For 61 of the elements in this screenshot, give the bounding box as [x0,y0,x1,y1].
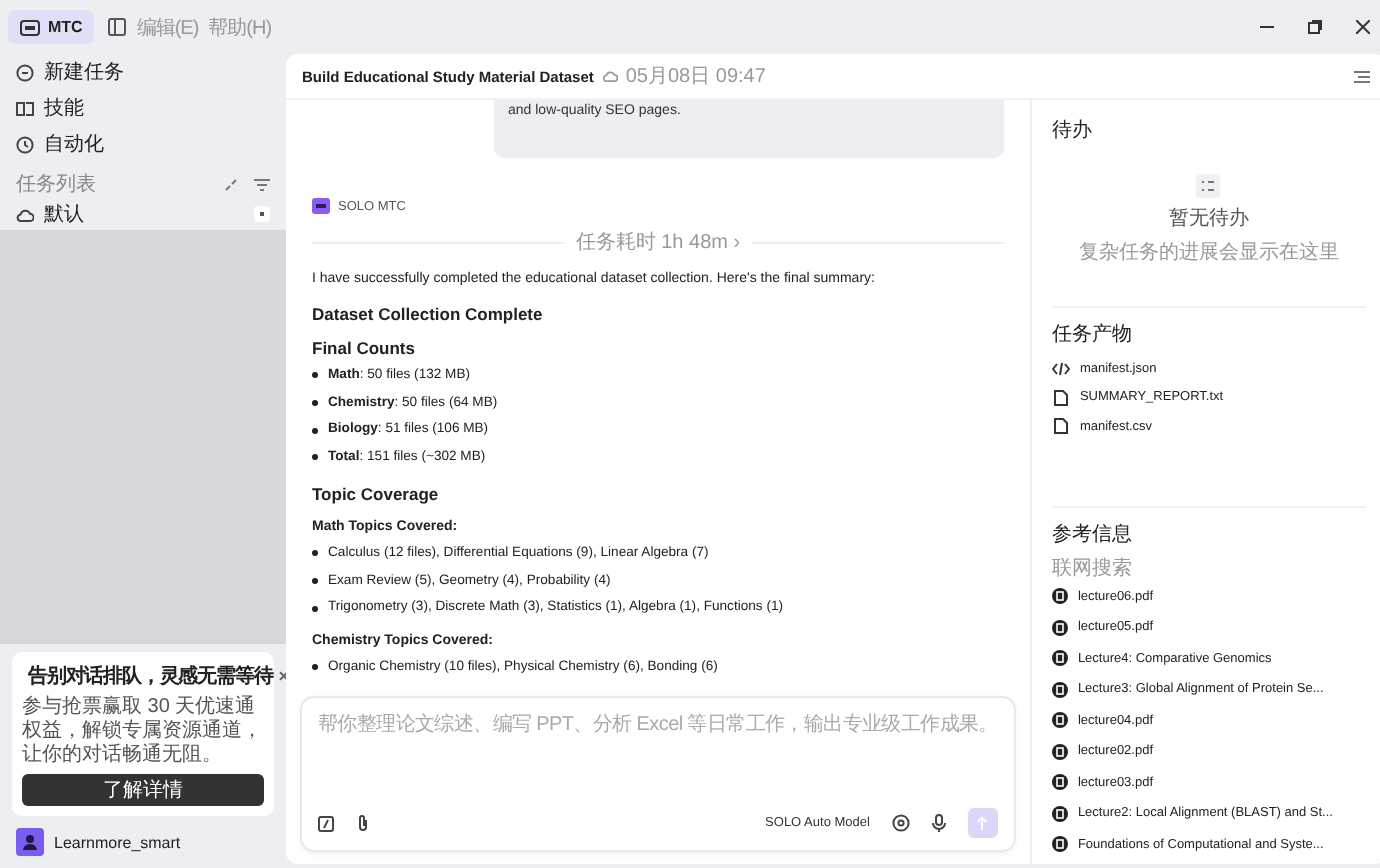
panel-title: 任务产物 [1051,321,1134,348]
promo-text: 参与抢票赢取 30 天优速通权益，解锁专属资源通道，让你的对话畅通无阻。 [22,696,264,768]
reference-source: 联网搜索 [1051,555,1134,581]
bullet-icon [312,400,318,407]
mention-icon[interactable] [891,814,910,832]
app-logo-icon [20,19,40,35]
cloud-icon [16,207,34,221]
attach-icon[interactable] [356,814,370,832]
agent-logo-icon [312,198,330,214]
arrow-up-icon [976,816,989,830]
bullet-icon [312,577,318,584]
bullet-icon [312,427,318,434]
book-icon [16,99,34,117]
empty-hint: 复杂任务的进展会显示在这里 [1078,239,1339,266]
nav-item[interactable]: 自动化 [0,126,286,162]
input-placeholder: 帮你整理论文综述、编写 PPT、分析 Excel 等日常工作，输出专业级工作成果。 [318,711,998,740]
bullet-icon [312,372,318,379]
bullet-icon [312,550,318,557]
code-icon [1051,361,1070,376]
task-date: 05月08日 09:47 [625,64,766,90]
promo-title: 告别对话排队，灵感无需等待 [28,663,273,690]
sidebar-toggle-icon[interactable] [108,18,127,36]
bullet-icon [312,454,318,461]
panel-title: 待办 [1051,117,1094,144]
add-icon[interactable] [254,206,270,222]
checklist-icon [1196,174,1221,198]
clock-icon [16,135,34,153]
bullet-icon [312,664,318,671]
site-icon [1051,650,1068,667]
close-icon[interactable] [1355,20,1370,34]
cloud-icon [601,70,618,82]
slash-icon[interactable] [318,815,334,831]
filter-icon[interactable] [254,177,270,191]
section-heading: Topic Coverage [312,481,441,508]
site-icon [1051,743,1068,760]
site-icon [1051,712,1068,729]
panel-title: 参考信息 [1051,521,1134,547]
empty-title: 暂无待办 [1168,205,1249,232]
site-icon [1051,681,1068,698]
site-icon [1051,588,1068,605]
section-title: 任务列表 [16,171,98,198]
microphone-icon[interactable] [931,814,946,832]
maximize-icon[interactable] [1307,20,1322,34]
collapse-icon[interactable] [224,177,238,191]
nav-item[interactable]: 新建任务 [0,54,286,90]
section-heading: Dataset Collection Complete [312,302,545,328]
site-icon [1051,774,1068,791]
panel-toggle-icon[interactable] [1353,69,1370,83]
site-icon [1051,619,1068,636]
user-name: Learnmore_smart [54,833,181,851]
new-task-icon [16,63,34,81]
nav-item[interactable]: 技能 [0,90,286,126]
bullet-icon [312,605,318,612]
minimize-icon[interactable] [1259,20,1274,34]
avatar-icon [16,828,44,856]
task-group-item[interactable]: 默认 [0,198,286,230]
site-icon [1051,836,1068,853]
app-tab[interactable]: MTC [8,10,95,44]
site-icon [1051,805,1068,822]
subsection-heading: Final Counts [312,336,417,362]
details-button[interactable]: 了解详情 [22,774,264,806]
